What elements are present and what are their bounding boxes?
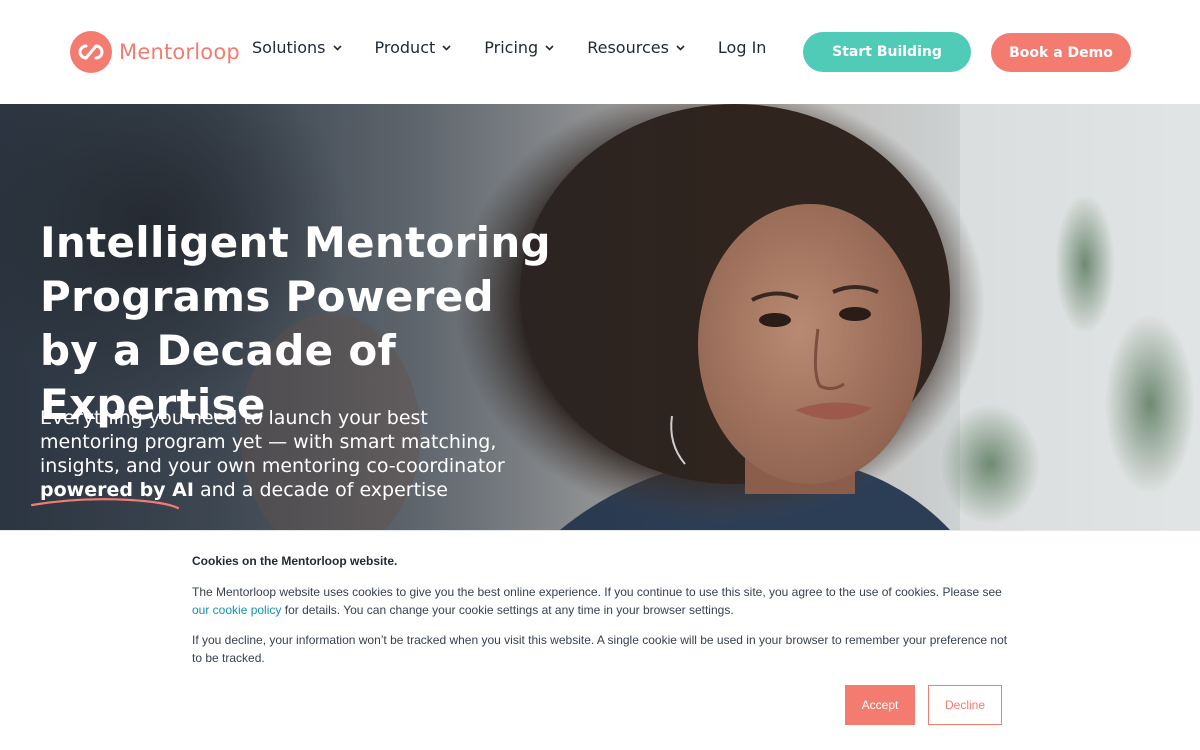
hero-subtitle-end: and a decade of expertise [200, 479, 448, 501]
logo-mark-icon [70, 31, 112, 73]
cookie-paragraph-1: The Mentorloop website uses cookies to g… [192, 583, 1012, 619]
chevron-down-icon [332, 45, 342, 51]
highlight-underline [30, 498, 180, 510]
hero-subtitle: Everything you need to launch your best … [40, 406, 520, 502]
nav-item-pricing[interactable]: Pricing [484, 38, 554, 57]
nav-label: Resources [587, 38, 669, 57]
chevron-down-icon [442, 45, 451, 51]
chevron-down-icon [545, 45, 554, 51]
cookie-policy-link[interactable]: our cookie policy [192, 603, 281, 617]
hero-section: Intelligent Mentoring Programs Powered b… [0, 104, 1200, 530]
hero-subtitle-start: Everything you need to launch your best … [40, 407, 505, 477]
nav-label: Pricing [484, 38, 539, 57]
logo[interactable]: Mentorloop [70, 30, 240, 74]
nav-label: Log In [717, 38, 767, 57]
nav-item-login[interactable]: Log In [718, 38, 767, 57]
nav-item-product[interactable]: Product [375, 38, 452, 57]
main-nav: Solutions Product Pricing Resources Log … [252, 38, 766, 57]
nav-item-resources[interactable]: Resources [587, 38, 685, 57]
cookie-text-start: The Mentorloop website uses cookies to g… [192, 585, 1002, 599]
cookie-title: Cookies on the Mentorloop website. [192, 554, 398, 568]
cookie-paragraph-2: If you decline, your information won’t b… [192, 633, 1008, 665]
accept-button[interactable]: Accept [845, 685, 915, 725]
nav-label: Solutions [252, 38, 326, 57]
cookie-banner: Cookies on the Mentorloop website. The M… [0, 530, 1200, 750]
site-header: Mentorloop Solutions Product Pricing Res… [0, 0, 1200, 104]
nav-label: Product [374, 38, 436, 57]
logo-text: Mentorloop [119, 40, 240, 64]
nav-item-solutions[interactable]: Solutions [252, 38, 342, 57]
cookie-text-end: for details. You can change your cookie … [284, 603, 734, 617]
decline-button[interactable]: Decline [928, 685, 1002, 725]
book-demo-button[interactable]: Book a Demo [991, 33, 1131, 72]
start-building-button[interactable]: Start Building [803, 32, 971, 72]
hero-title: Intelligent Mentoring Programs Powered b… [40, 218, 551, 429]
chevron-down-icon [676, 45, 685, 51]
